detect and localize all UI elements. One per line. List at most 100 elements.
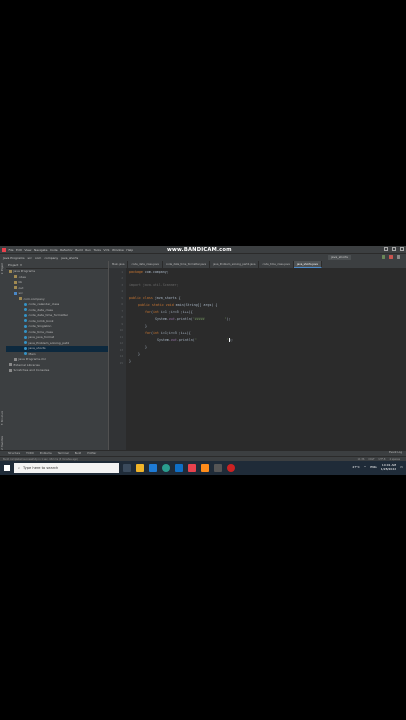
menu-navigate[interactable]: Navigate: [34, 248, 47, 252]
library-icon: [9, 363, 12, 366]
editor-tab[interactable]: code_data_class.java: [128, 261, 163, 268]
editor-tab[interactable]: java_shorts.java: [293, 261, 322, 268]
event-log-button[interactable]: Event Log: [389, 451, 402, 454]
code-line-1: package com.company;: [129, 270, 169, 274]
system-tray: 27°C ^ ENG 10:01 AM 1/28/2022 ▭: [352, 463, 403, 471]
language-indicator[interactable]: ENG: [370, 465, 376, 469]
project-panel-title[interactable]: Project: [8, 263, 18, 267]
store-icon[interactable]: [214, 463, 222, 472]
taskbar-search-placeholder: Type here to search: [23, 466, 59, 470]
file-explorer-icon[interactable]: [136, 463, 144, 472]
editor-tab[interactable]: code_date_time_formatter.java: [163, 261, 211, 268]
run-icon[interactable]: [381, 255, 385, 259]
tree-item-label: code_data_class: [28, 307, 53, 312]
java-class-icon: [24, 335, 27, 339]
tool-problems[interactable]: Problems: [40, 452, 52, 455]
code-line-14: }: [129, 359, 131, 363]
clock-date: 1/28/2022: [380, 467, 397, 471]
tree-item-label: Java Programs.iml: [18, 357, 46, 361]
code-line-12: }: [145, 345, 147, 349]
menu-tools[interactable]: Tools: [94, 248, 101, 252]
search-icon[interactable]: [396, 255, 400, 259]
breadcrumb-project[interactable]: Java Programs: [3, 256, 25, 260]
menu-view[interactable]: View: [24, 248, 31, 252]
maximize-icon[interactable]: [392, 247, 396, 251]
tool-terminal[interactable]: Terminal: [58, 452, 69, 455]
weather-text[interactable]: 27°C: [352, 465, 359, 469]
breadcrumb-file[interactable]: java_shorts: [61, 256, 78, 260]
run-toolbar: [381, 255, 400, 259]
intellij-icon[interactable]: [188, 463, 196, 472]
tool-structure-bottom[interactable]: Structure: [8, 452, 20, 455]
tree-item-label: code_lomb_book: [28, 318, 54, 323]
minimize-icon[interactable]: [384, 247, 388, 251]
tool-todo[interactable]: TODO: [26, 452, 34, 455]
editor-tab[interactable]: Main.java: [109, 261, 129, 268]
tree-item-label: code_Singleton: [28, 324, 52, 328]
java-class-icon: [24, 330, 27, 333]
line-number: 3: [121, 283, 123, 287]
task-view-icon[interactable]: [123, 463, 131, 472]
tree-item-label: lib: [18, 280, 23, 284]
line-number: 11: [119, 335, 123, 339]
tree-item-label: code_date_time_formatter: [28, 313, 69, 317]
menu-help[interactable]: Help: [126, 248, 133, 252]
tool-structure[interactable]: 7: Structure: [1, 411, 4, 425]
chrome-icon[interactable]: [162, 463, 170, 472]
menu-edit[interactable]: Edit: [16, 248, 22, 252]
taskbar-search-box[interactable]: ⌕ Type here to search: [14, 463, 119, 473]
java-class-icon: [24, 308, 27, 311]
menu-build[interactable]: Build: [75, 248, 83, 252]
project-panel-header: Project ▾: [6, 261, 108, 269]
windows-start-icon[interactable]: [4, 465, 10, 471]
tree-item-label: java_shorts: [28, 346, 46, 350]
edge-icon[interactable]: [149, 463, 157, 472]
java-class-icon: [24, 319, 27, 322]
tool-build[interactable]: Build: [75, 452, 82, 455]
folder-icon: [14, 275, 17, 278]
stop-icon[interactable]: [389, 255, 393, 259]
tool-project[interactable]: 1: Project: [1, 263, 4, 274]
close-icon[interactable]: [400, 247, 404, 251]
breadcrumb-com[interactable]: com: [35, 256, 41, 260]
mail-icon[interactable]: [175, 463, 183, 472]
tree-item-label: External Libraries: [13, 362, 40, 367]
line-number: 13: [119, 348, 123, 352]
tree-item-label: Main: [28, 351, 36, 356]
menu-run[interactable]: Run: [85, 248, 91, 252]
tree-item[interactable]: Scratches and Consoles: [6, 368, 111, 374]
folder-icon: [19, 297, 22, 300]
tree-item-label: com.company: [23, 296, 45, 301]
line-number: 6: [121, 303, 123, 306]
tool-favorites[interactable]: 2: Favorites: [1, 436, 4, 450]
tree-item-label: code_calendar_class: [28, 302, 60, 306]
java-class-icon: [24, 352, 27, 355]
breadcrumb-company[interactable]: company: [44, 256, 58, 260]
tree-item-label: .idea: [18, 274, 26, 279]
run-configuration-select[interactable]: java_shorts: [327, 254, 351, 260]
line-number: 4: [121, 290, 123, 293]
code-line-5: public class java_shorts {: [129, 296, 181, 300]
app-icon[interactable]: [2, 247, 6, 252]
menu-code[interactable]: Code: [50, 248, 58, 252]
chevron-up-icon[interactable]: ^: [364, 465, 367, 469]
menu-vcs[interactable]: VCS: [103, 248, 109, 252]
editor-tab[interactable]: java_Problem_solving_part4.java: [210, 261, 260, 268]
menu-refactor[interactable]: Refactor: [60, 248, 73, 252]
breadcrumb-src[interactable]: src: [28, 256, 32, 260]
line-number: 9: [121, 322, 123, 326]
firefox-icon[interactable]: [201, 463, 209, 472]
menu-file[interactable]: File: [9, 248, 14, 252]
editor-tab[interactable]: code_time_class.java: [259, 261, 294, 268]
editor-panel: Main.java code_data_class.java code_date_t…: [108, 261, 406, 460]
window-controls: [384, 247, 404, 251]
tool-profiler[interactable]: Profiler: [87, 452, 96, 455]
tree-item-label: java_java_format: [28, 335, 55, 339]
chevron-down-icon[interactable]: ▾: [20, 263, 22, 267]
line-number: 8: [121, 316, 123, 319]
menu-window[interactable]: Window: [112, 248, 124, 252]
notification-icon[interactable]: ▭: [400, 465, 403, 469]
clock[interactable]: 10:01 AM 1/28/2022: [381, 463, 396, 471]
windows-taskbar: ⌕ Type here to search 27°C ^ ENG 10:01 A…: [0, 461, 406, 475]
bandicam-icon[interactable]: [227, 463, 235, 472]
